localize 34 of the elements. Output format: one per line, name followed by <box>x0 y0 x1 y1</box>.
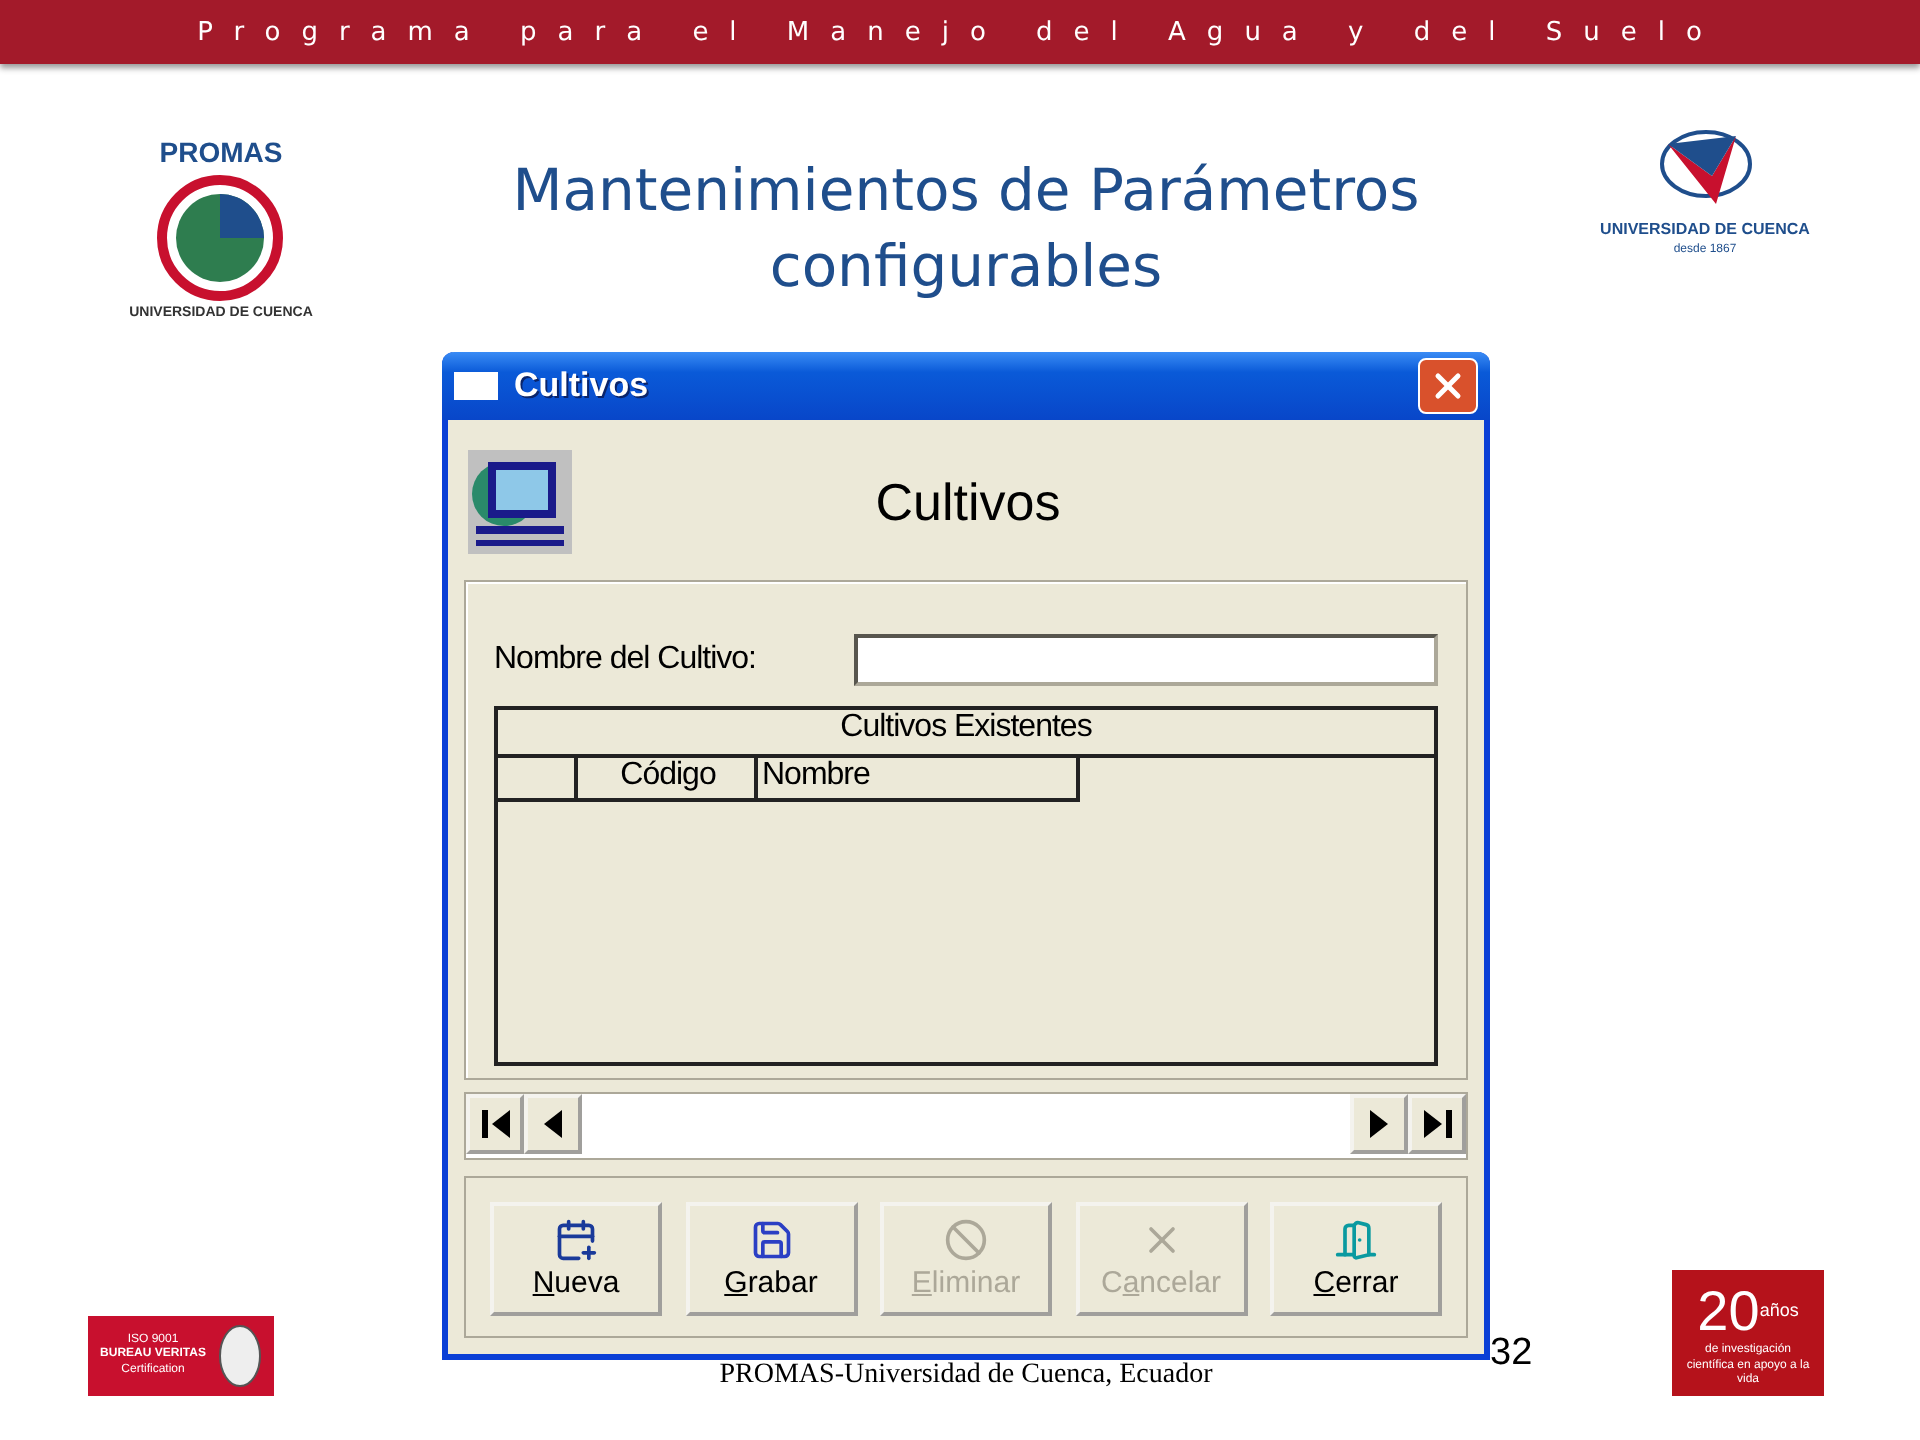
window-icon <box>454 372 498 400</box>
door-icon <box>1334 1218 1378 1262</box>
skip-forward-icon <box>1423 1110 1451 1138</box>
next-button[interactable] <box>1350 1094 1408 1154</box>
dialog-heading: Cultivos <box>873 471 1063 533</box>
column-header[interactable]: Código <box>578 758 758 798</box>
window-title: Cultivos <box>514 366 651 406</box>
program-title: Programa para el Manejo del Agua y del Suelo <box>197 17 1723 47</box>
prohibited-icon <box>944 1218 988 1262</box>
anniversary-unit: años <box>1759 1300 1799 1323</box>
skip-back-icon <box>481 1110 509 1138</box>
previous-button[interactable] <box>524 1094 582 1154</box>
circle-logo-icon <box>156 173 285 302</box>
grid-caption: Cultivos Existentes <box>498 710 1434 758</box>
computer-icon <box>468 450 572 554</box>
slide-title: Mantenimientos de Parámetros configurables <box>510 154 1422 304</box>
triangle-right-icon <box>1370 1110 1388 1138</box>
close-button[interactable] <box>1418 358 1478 414</box>
toolbar-button[interactable]: Nueva <box>490 1202 662 1316</box>
footer-text: PROMAS-Universidad de Cuenca, Ecuador <box>719 1360 1213 1392</box>
anniversary-number: 20 <box>1697 1277 1760 1343</box>
calendar-icon <box>554 1218 598 1262</box>
column-header[interactable]: Nombre <box>758 758 1076 798</box>
field-label: Nombre del Cultivo: <box>494 642 756 678</box>
last-record-button[interactable] <box>1408 1094 1466 1154</box>
toolbar-button[interactable]: Grabar <box>685 1202 857 1316</box>
input-field[interactable] <box>854 634 1438 686</box>
triangle-left-icon <box>544 1110 562 1138</box>
seal-icon <box>217 1324 262 1388</box>
first-record-button[interactable] <box>466 1094 524 1154</box>
logo-name: PROMAS <box>159 136 283 170</box>
university-name: UNIVERSIDAD DE CUENCA <box>1600 220 1810 240</box>
page-number: 32 <box>1490 1332 1533 1376</box>
toolbar-button[interactable]: Cerrar <box>1270 1202 1442 1316</box>
